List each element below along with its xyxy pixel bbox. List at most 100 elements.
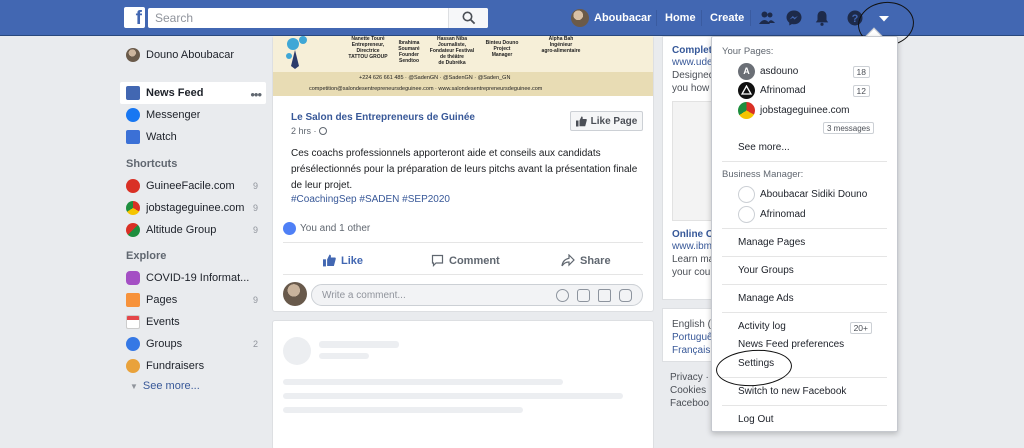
comment-button[interactable]: Comment — [431, 254, 500, 267]
comment-icon — [431, 254, 444, 267]
dropdown-page-jobstageguinee[interactable]: jobstageguinee.com — [738, 101, 850, 119]
explore-heading: Explore — [126, 250, 167, 262]
ad-link[interactable]: www.ude — [672, 57, 713, 68]
business-account-item[interactable]: Aboubacar Sidiki Douno — [738, 185, 867, 203]
sidebar-item-groups[interactable]: Groups 2 — [120, 333, 266, 355]
skeleton-avatar — [283, 337, 311, 365]
sidebar-shortcut-altitude-group[interactable]: Altitude Group 9 — [120, 219, 266, 241]
gif-icon[interactable] — [598, 289, 611, 302]
page-name: Afrinomad — [760, 84, 806, 96]
search-button[interactable] — [448, 8, 488, 28]
camera-icon[interactable] — [577, 289, 590, 302]
skeleton-line — [319, 341, 399, 348]
altitude-group-icon — [126, 223, 140, 237]
sidebar-item-watch[interactable]: Watch — [120, 126, 266, 148]
ad-text: Designed — [672, 70, 715, 81]
banner-contact-line: competition@salondesentrepreneursdeguine… — [309, 86, 543, 92]
like-button[interactable]: Like — [323, 254, 363, 267]
avatar — [126, 48, 140, 62]
business-account-avatar — [738, 185, 755, 203]
see-more-label: See more... — [142, 380, 200, 392]
divider — [283, 274, 643, 275]
speaker-caption: Nanette Touré Entrepreneur, Directrice T… — [348, 36, 388, 60]
home-link[interactable]: Home — [665, 12, 696, 24]
divider — [722, 312, 887, 313]
ad-text: your cou — [672, 267, 711, 278]
dropdown-page-afrinomad[interactable]: Afrinomad — [738, 81, 806, 99]
business-account-name: Aboubacar Sidiki Douno — [760, 188, 868, 200]
page-name: asdouno — [760, 65, 799, 77]
language-link[interactable]: Portuguê — [672, 332, 713, 343]
sidebar-item-covid[interactable]: COVID-19 Informat... — [120, 267, 266, 289]
divider — [701, 10, 702, 26]
news-feed-preferences-link[interactable]: News Feed preferences — [738, 339, 844, 350]
footer-link[interactable]: Cookies — [670, 385, 706, 396]
sidebar-item-label: COVID-19 Informat... — [146, 272, 250, 284]
left-sidebar: Douno Aboubacar News Feed ••• Messenger … — [120, 36, 266, 395]
activity-log-link[interactable]: Activity log — [738, 321, 786, 332]
post-page-name[interactable]: Le Salon des Entrepreneurs de Guinée — [291, 112, 475, 123]
speaker-caption: Binteu Douno Project Manager — [485, 40, 519, 58]
share-button[interactable]: Share — [561, 254, 611, 267]
notifications-icon[interactable] — [813, 9, 831, 27]
search-input[interactable] — [148, 8, 448, 28]
ad-title[interactable]: Online C — [672, 229, 713, 240]
afrinomad-logo-icon — [738, 81, 755, 99]
divider — [722, 161, 887, 162]
sidebar-shortcut-jobstageguinee[interactable]: jobstageguinee.com 9 — [120, 197, 266, 219]
calendar-icon — [126, 315, 140, 329]
sidebar-item-news-feed[interactable]: News Feed ••• — [120, 82, 266, 104]
log-out-link[interactable]: Log Out — [738, 414, 774, 425]
footer-link: Faceboo — [670, 398, 709, 409]
dropdown-page-asdouno[interactable]: A asdouno — [738, 62, 798, 80]
page-notification-badge: 12 — [852, 85, 870, 97]
reactions-text: You and 1 other — [300, 223, 371, 234]
notification-count: 9 — [252, 181, 258, 191]
sidebar-item-label: News Feed — [146, 87, 204, 99]
jobstageguinee-icon — [126, 201, 140, 215]
pages-flag-icon — [126, 293, 140, 307]
divider — [750, 10, 751, 26]
footer-link[interactable]: Privacy · — [670, 372, 709, 383]
like-page-button[interactable]: Like Page — [570, 111, 643, 131]
reactions-summary[interactable]: You and 1 other — [283, 222, 370, 235]
sidebar-shortcut-guineefacile[interactable]: GuineeFacile.com 9 — [120, 175, 266, 197]
sidebar-item-pages[interactable]: Pages 9 — [120, 289, 266, 311]
language-link[interactable]: Français — [672, 345, 710, 356]
facebook-logo[interactable]: f — [124, 7, 145, 28]
post-hashtags[interactable]: #CoachingSep #SADEN #SEP2020 — [291, 194, 450, 205]
notification-count: 9 — [252, 225, 258, 235]
friend-requests-icon[interactable] — [758, 9, 776, 27]
post-card: Nanette Touré Entrepreneur, Directrice T… — [272, 36, 654, 312]
divider — [722, 228, 887, 229]
your-groups-link[interactable]: Your Groups — [738, 265, 794, 276]
sidebar-item-label: Messenger — [146, 109, 201, 121]
sidebar-see-more[interactable]: ▼ See more... — [120, 377, 266, 395]
notification-count: 9 — [252, 203, 258, 213]
manage-pages-link[interactable]: Manage Pages — [738, 237, 805, 248]
sidebar-item-events[interactable]: Events — [120, 311, 266, 333]
sidebar-item-messenger[interactable]: Messenger — [120, 104, 266, 126]
business-account-item[interactable]: Afrinomad — [738, 205, 806, 223]
more-options-icon[interactable]: ••• — [250, 87, 262, 102]
ad-title[interactable]: Complet — [672, 45, 712, 56]
post-timestamp: 2 hrs · — [291, 126, 328, 136]
messenger-icon[interactable] — [785, 9, 803, 27]
comment-placeholder: Write a comment... — [322, 290, 406, 301]
sidebar-item-fundraisers[interactable]: Fundraisers — [120, 355, 266, 377]
notification-count: 9 — [252, 295, 258, 305]
manage-ads-link[interactable]: Manage Ads — [738, 293, 794, 304]
sticker-icon[interactable] — [619, 289, 632, 302]
see-more-pages-link[interactable]: See more... — [738, 142, 790, 153]
post-image-banner[interactable]: Nanette Touré Entrepreneur, Directrice T… — [273, 36, 653, 96]
ad-link[interactable]: www.ibm — [672, 241, 712, 252]
profile-link[interactable]: Aboubacar — [571, 9, 651, 27]
comment-input[interactable]: Write a comment... — [311, 284, 643, 306]
sidebar-profile[interactable]: Douno Aboubacar — [120, 44, 266, 66]
globe-icon — [319, 127, 328, 135]
thumbs-up-icon — [323, 254, 336, 267]
emoji-icon[interactable] — [556, 289, 569, 302]
create-link[interactable]: Create — [710, 12, 744, 24]
switch-to-new-facebook-link[interactable]: Switch to new Facebook — [738, 386, 846, 397]
divider — [656, 10, 657, 26]
